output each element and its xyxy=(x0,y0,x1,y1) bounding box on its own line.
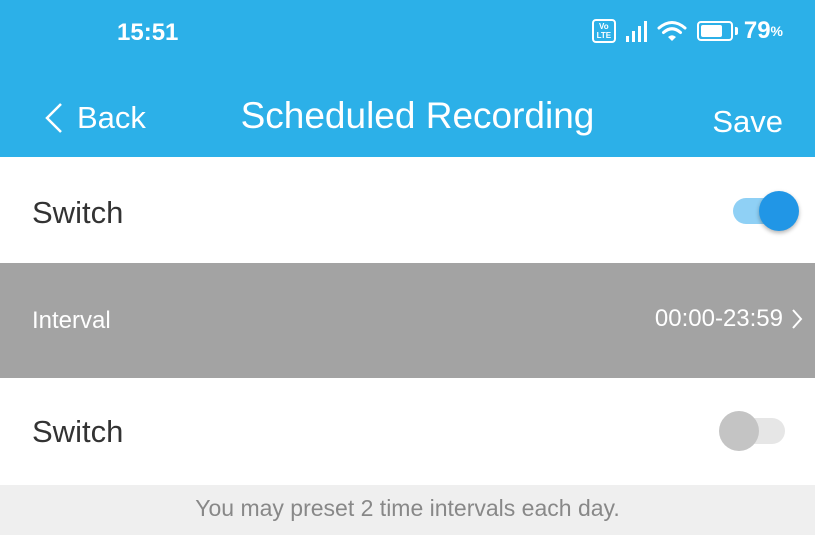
interval-label: Interval xyxy=(32,307,111,334)
battery-percent-symbol: % xyxy=(770,23,783,39)
hint-banner: You may preset 2 time intervals each day… xyxy=(0,485,815,535)
battery-indicator: 79 % xyxy=(696,17,783,45)
switch-2-label: Switch xyxy=(32,414,124,449)
status-icons: Vo LTE 79 % xyxy=(591,17,783,45)
save-button[interactable]: Save xyxy=(712,104,783,140)
switch-1-label: Switch xyxy=(32,195,124,230)
switch-2-toggle[interactable] xyxy=(719,411,785,451)
status-time: 15:51 xyxy=(117,19,179,46)
interval-value: 00:00-23:59 xyxy=(654,305,783,332)
volte-icon: Vo LTE xyxy=(591,19,616,43)
header-bar: 15:51 Vo LTE 79 % Back Scheduled Recordi… xyxy=(0,0,815,157)
battery-icon xyxy=(696,21,733,41)
switch-1-toggle[interactable] xyxy=(733,191,799,231)
battery-percent: 79 xyxy=(743,17,771,44)
switch-row-2: Switch xyxy=(0,378,815,485)
chevron-right-icon xyxy=(792,309,803,329)
volte-line2: LTE xyxy=(596,31,612,40)
volte-line1: Vo xyxy=(599,22,609,31)
navigation-row: Back Scheduled Recording Save xyxy=(0,95,815,145)
interval-row[interactable]: Interval 00:00-23:59 xyxy=(0,263,815,378)
switch-1-knob xyxy=(759,191,799,231)
switch-2-knob xyxy=(719,411,759,451)
page-title: Scheduled Recording xyxy=(240,95,595,136)
status-bar: 15:51 Vo LTE 79 % xyxy=(0,11,815,55)
switch-row-1: Switch xyxy=(0,157,815,263)
hint-text: You may preset 2 time intervals each day… xyxy=(195,495,620,521)
wifi-icon xyxy=(657,21,687,41)
interval-value-group: 00:00-23:59 xyxy=(655,305,803,333)
signal-icon xyxy=(625,20,647,42)
